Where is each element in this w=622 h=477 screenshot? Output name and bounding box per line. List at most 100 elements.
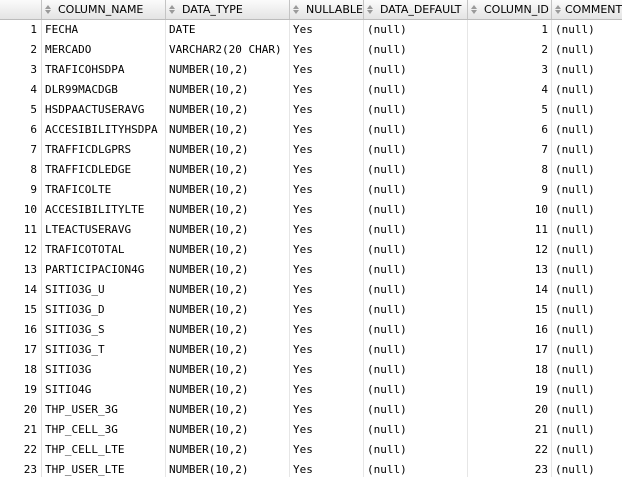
comments-cell[interactable]: (null)	[552, 80, 622, 100]
column-name-cell[interactable]: SITIO4G	[42, 380, 166, 400]
data-default-cell[interactable]: (null)	[364, 400, 468, 420]
column-name-cell[interactable]: HSDPAACTUSERAVG	[42, 100, 166, 120]
data-type-cell[interactable]: NUMBER(10,2)	[166, 420, 290, 440]
comments-cell[interactable]: (null)	[552, 60, 622, 80]
nullable-cell[interactable]: Yes	[290, 300, 364, 320]
table-row[interactable]: 20 THP_USER_3G NUMBER(10,2) Yes (null) 2…	[0, 400, 622, 420]
nullable-cell[interactable]: Yes	[290, 60, 364, 80]
nullable-cell[interactable]: Yes	[290, 240, 364, 260]
data-default-cell[interactable]: (null)	[364, 460, 468, 477]
data-default-cell[interactable]: (null)	[364, 300, 468, 320]
column-header-comments[interactable]: COMMENTS	[552, 0, 622, 19]
comments-cell[interactable]: (null)	[552, 40, 622, 60]
comments-cell[interactable]: (null)	[552, 240, 622, 260]
column-name-cell[interactable]: SITIO3G_D	[42, 300, 166, 320]
data-type-cell[interactable]: NUMBER(10,2)	[166, 80, 290, 100]
nullable-cell[interactable]: Yes	[290, 440, 364, 460]
data-type-cell[interactable]: NUMBER(10,2)	[166, 160, 290, 180]
sort-icon[interactable]	[367, 4, 376, 16]
column-id-cell[interactable]: 6	[468, 120, 552, 140]
column-id-cell[interactable]: 15	[468, 300, 552, 320]
table-row[interactable]: 1 FECHA DATE Yes (null) 1 (null)	[0, 20, 622, 40]
column-name-cell[interactable]: TRAFFICDLGPRS	[42, 140, 166, 160]
column-name-cell[interactable]: THP_USER_LTE	[42, 460, 166, 477]
comments-cell[interactable]: (null)	[552, 220, 622, 240]
data-default-cell[interactable]: (null)	[364, 260, 468, 280]
column-id-cell[interactable]: 8	[468, 160, 552, 180]
column-id-cell[interactable]: 22	[468, 440, 552, 460]
comments-cell[interactable]: (null)	[552, 100, 622, 120]
data-type-cell[interactable]: NUMBER(10,2)	[166, 140, 290, 160]
data-type-cell[interactable]: NUMBER(10,2)	[166, 240, 290, 260]
nullable-cell[interactable]: Yes	[290, 20, 364, 40]
data-default-cell[interactable]: (null)	[364, 20, 468, 40]
comments-cell[interactable]: (null)	[552, 120, 622, 140]
column-header-data-default[interactable]: DATA_DEFAULT	[364, 0, 468, 19]
table-row[interactable]: 22 THP_CELL_LTE NUMBER(10,2) Yes (null) …	[0, 440, 622, 460]
data-type-cell[interactable]: NUMBER(10,2)	[166, 360, 290, 380]
comments-cell[interactable]: (null)	[552, 160, 622, 180]
nullable-cell[interactable]: Yes	[290, 120, 364, 140]
table-row[interactable]: 11 LTEACTUSERAVG NUMBER(10,2) Yes (null)…	[0, 220, 622, 240]
column-id-cell[interactable]: 1	[468, 20, 552, 40]
data-type-cell[interactable]: NUMBER(10,2)	[166, 280, 290, 300]
nullable-cell[interactable]: Yes	[290, 100, 364, 120]
data-type-cell[interactable]: NUMBER(10,2)	[166, 400, 290, 420]
data-type-cell[interactable]: NUMBER(10,2)	[166, 440, 290, 460]
column-name-cell[interactable]: LTEACTUSERAVG	[42, 220, 166, 240]
table-row[interactable]: 9 TRAFICOLTE NUMBER(10,2) Yes (null) 9 (…	[0, 180, 622, 200]
column-id-cell[interactable]: 10	[468, 200, 552, 220]
column-id-cell[interactable]: 12	[468, 240, 552, 260]
data-type-cell[interactable]: NUMBER(10,2)	[166, 120, 290, 140]
column-name-cell[interactable]: THP_CELL_LTE	[42, 440, 166, 460]
comments-cell[interactable]: (null)	[552, 340, 622, 360]
column-id-cell[interactable]: 3	[468, 60, 552, 80]
comments-cell[interactable]: (null)	[552, 200, 622, 220]
column-name-cell[interactable]: SITIO3G_T	[42, 340, 166, 360]
comments-cell[interactable]: (null)	[552, 400, 622, 420]
column-id-cell[interactable]: 7	[468, 140, 552, 160]
table-row[interactable]: 13 PARTICIPACION4G NUMBER(10,2) Yes (nul…	[0, 260, 622, 280]
data-type-cell[interactable]: NUMBER(10,2)	[166, 100, 290, 120]
data-type-cell[interactable]: NUMBER(10,2)	[166, 180, 290, 200]
comments-cell[interactable]: (null)	[552, 380, 622, 400]
table-row[interactable]: 3 TRAFICOHSDPA NUMBER(10,2) Yes (null) 3…	[0, 60, 622, 80]
data-default-cell[interactable]: (null)	[364, 340, 468, 360]
data-type-cell[interactable]: NUMBER(10,2)	[166, 200, 290, 220]
nullable-cell[interactable]: Yes	[290, 180, 364, 200]
data-type-cell[interactable]: NUMBER(10,2)	[166, 380, 290, 400]
nullable-cell[interactable]: Yes	[290, 360, 364, 380]
data-default-cell[interactable]: (null)	[364, 220, 468, 240]
nullable-cell[interactable]: Yes	[290, 280, 364, 300]
data-type-cell[interactable]: NUMBER(10,2)	[166, 460, 290, 477]
data-default-cell[interactable]: (null)	[364, 100, 468, 120]
column-id-cell[interactable]: 20	[468, 400, 552, 420]
nullable-cell[interactable]: Yes	[290, 460, 364, 477]
data-type-cell[interactable]: NUMBER(10,2)	[166, 320, 290, 340]
column-name-cell[interactable]: THP_USER_3G	[42, 400, 166, 420]
data-default-cell[interactable]: (null)	[364, 240, 468, 260]
column-name-cell[interactable]: TRAFICOLTE	[42, 180, 166, 200]
nullable-cell[interactable]: Yes	[290, 220, 364, 240]
column-name-cell[interactable]: PARTICIPACION4G	[42, 260, 166, 280]
nullable-cell[interactable]: Yes	[290, 160, 364, 180]
column-name-cell[interactable]: ACCESIBILITYLTE	[42, 200, 166, 220]
column-id-cell[interactable]: 5	[468, 100, 552, 120]
comments-cell[interactable]: (null)	[552, 140, 622, 160]
data-type-cell[interactable]: NUMBER(10,2)	[166, 300, 290, 320]
nullable-cell[interactable]: Yes	[290, 340, 364, 360]
nullable-cell[interactable]: Yes	[290, 80, 364, 100]
data-default-cell[interactable]: (null)	[364, 60, 468, 80]
column-name-cell[interactable]: ACCESIBILITYHSDPA	[42, 120, 166, 140]
column-name-cell[interactable]: TRAFFICDLEDGE	[42, 160, 166, 180]
column-name-cell[interactable]: SITIO3G	[42, 360, 166, 380]
column-name-cell[interactable]: TRAFICOHSDPA	[42, 60, 166, 80]
nullable-cell[interactable]: Yes	[290, 140, 364, 160]
table-row[interactable]: 6 ACCESIBILITYHSDPA NUMBER(10,2) Yes (nu…	[0, 120, 622, 140]
table-row[interactable]: 12 TRAFICOTOTAL NUMBER(10,2) Yes (null) …	[0, 240, 622, 260]
column-name-cell[interactable]: THP_CELL_3G	[42, 420, 166, 440]
table-row[interactable]: 15 SITIO3G_D NUMBER(10,2) Yes (null) 15 …	[0, 300, 622, 320]
table-row[interactable]: 14 SITIO3G_U NUMBER(10,2) Yes (null) 14 …	[0, 280, 622, 300]
table-row[interactable]: 10 ACCESIBILITYLTE NUMBER(10,2) Yes (nul…	[0, 200, 622, 220]
data-default-cell[interactable]: (null)	[364, 80, 468, 100]
